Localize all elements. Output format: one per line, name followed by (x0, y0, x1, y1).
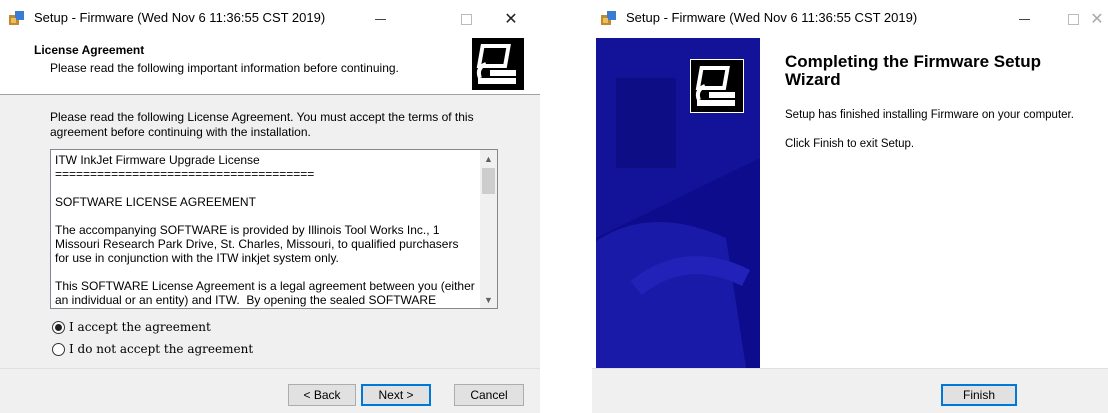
radio-selected-dot (55, 323, 62, 331)
scroll-down-icon[interactable]: ▼ (480, 291, 497, 308)
page-subtitle: Please read the following important info… (50, 61, 399, 75)
setup-app-icon (9, 11, 24, 25)
accept-radio[interactable] (52, 320, 65, 334)
title-bar[interactable]: Setup - Firmware (Wed Nov 6 11:36:55 CST… (0, 0, 540, 38)
finished-message: Setup has finished installing Firmware o… (785, 109, 1074, 121)
window-title: Setup - Firmware (Wed Nov 6 11:36:55 CST… (34, 10, 326, 25)
cancel-button[interactable]: Cancel (454, 384, 524, 406)
setup-computer-icon (472, 38, 524, 90)
license-line: SOFTWARE LICENSE AGREEMENT (55, 195, 256, 209)
back-button[interactable]: < Back (288, 384, 356, 406)
setup-computer-icon (690, 59, 744, 113)
maximize-button[interactable] (443, 0, 489, 38)
scroll-up-icon[interactable]: ▲ (480, 150, 497, 167)
maximize-icon (460, 13, 472, 25)
button-bar: Finish (592, 368, 1108, 413)
title-bar[interactable]: Setup - Firmware (Wed Nov 6 11:36:55 CST… (592, 0, 1108, 38)
license-intro-text: Please read the following License Agreem… (50, 110, 474, 139)
setup-app-icon (601, 11, 616, 25)
minimize-button[interactable] (357, 0, 403, 38)
accept-radio-label: I accept the agreement (69, 320, 211, 334)
close-icon: ✕ (1090, 11, 1104, 28)
license-line (55, 209, 475, 223)
setup-complete-window: Setup - Firmware (Wed Nov 6 11:36:55 CST… (592, 0, 1108, 413)
license-line (55, 181, 475, 195)
license-text-box[interactable]: ITW InkJet Firmware Upgrade License =====… (50, 149, 498, 309)
license-scrollbar[interactable]: ▲ ▼ (480, 150, 497, 308)
license-setup-window: Setup - Firmware (Wed Nov 6 11:36:55 CST… (0, 0, 540, 413)
close-icon: ✕ (504, 11, 518, 28)
finish-button[interactable]: Finish (941, 384, 1017, 406)
accept-radio-option[interactable]: I accept the agreement (52, 320, 211, 334)
page-header: License Agreement Please read the follow… (0, 38, 540, 95)
close-button[interactable]: ✕ (1074, 0, 1108, 38)
license-line: This SOFTWARE License Agreement is a leg… (55, 279, 475, 308)
license-line (55, 265, 475, 279)
license-line: ITW InkJet Firmware Upgrade License (55, 153, 260, 167)
next-button[interactable]: Next > (361, 384, 431, 406)
exit-instruction: Click Finish to exit Setup. (785, 138, 915, 150)
decline-radio[interactable] (52, 342, 65, 356)
license-line: ===================================== (55, 167, 315, 181)
close-button[interactable]: ✕ (488, 0, 534, 38)
decline-radio-option[interactable]: I do not accept the agreement (52, 342, 253, 356)
license-line: The accompanying SOFTWARE is provided by… (55, 223, 462, 265)
wizard-title: Completing the Firmware Setup Wizard (785, 52, 1041, 89)
minimize-button[interactable] (1001, 0, 1047, 38)
page-title: License Agreement (34, 43, 145, 57)
button-bar: < Back Next > Cancel (0, 368, 540, 413)
wizard-side-image (596, 38, 760, 368)
minimize-icon (374, 18, 386, 20)
window-title: Setup - Firmware (Wed Nov 6 11:36:55 CST… (626, 10, 918, 25)
decline-radio-label: I do not accept the agreement (69, 342, 254, 356)
license-text: ITW InkJet Firmware Upgrade License =====… (55, 153, 475, 308)
minimize-icon (1018, 18, 1030, 20)
scrollbar-thumb[interactable] (482, 168, 495, 194)
